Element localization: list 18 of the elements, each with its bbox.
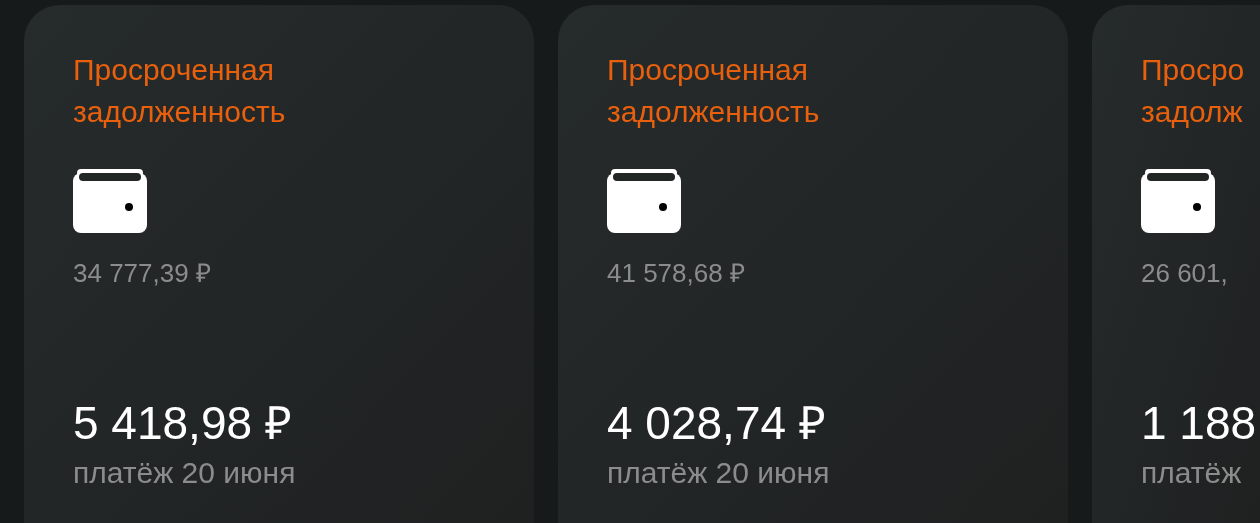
- payment-amount: 1 188: [1141, 396, 1258, 451]
- total-amount: 41 578,68 ₽: [607, 257, 746, 289]
- card[interactable]: Просроченная задолженность 41 578,68 ₽ 4 028,74 ₽ платёж 20 июня: [558, 5, 1068, 523]
- payment-date: платёж: [1141, 455, 1243, 491]
- wallet-icon: [607, 169, 681, 233]
- card-title: Просро задолж: [1141, 52, 1246, 130]
- total-amount: 34 777,39 ₽: [73, 257, 212, 289]
- wallet-icon: [1141, 169, 1215, 233]
- card[interactable]: Просроченная задолженность 34 777,39 ₽ 5 418,98 ₽ платёж 20 июня: [24, 5, 534, 523]
- payment-amount: 5 418,98 ₽: [73, 396, 293, 451]
- card-title: Просроченная задолженность: [607, 52, 821, 130]
- payment-amount: 4 028,74 ₽: [607, 396, 827, 451]
- payment-date: платёж 20 июня: [73, 455, 297, 491]
- card-title: Просроченная задолженность: [73, 52, 287, 130]
- card[interactable]: Просро задолж 26 601, 1 188 платёж: [1092, 5, 1260, 523]
- wallet-icon: [73, 169, 147, 233]
- payment-date: платёж 20 июня: [607, 455, 831, 491]
- total-amount: 26 601,: [1141, 257, 1229, 289]
